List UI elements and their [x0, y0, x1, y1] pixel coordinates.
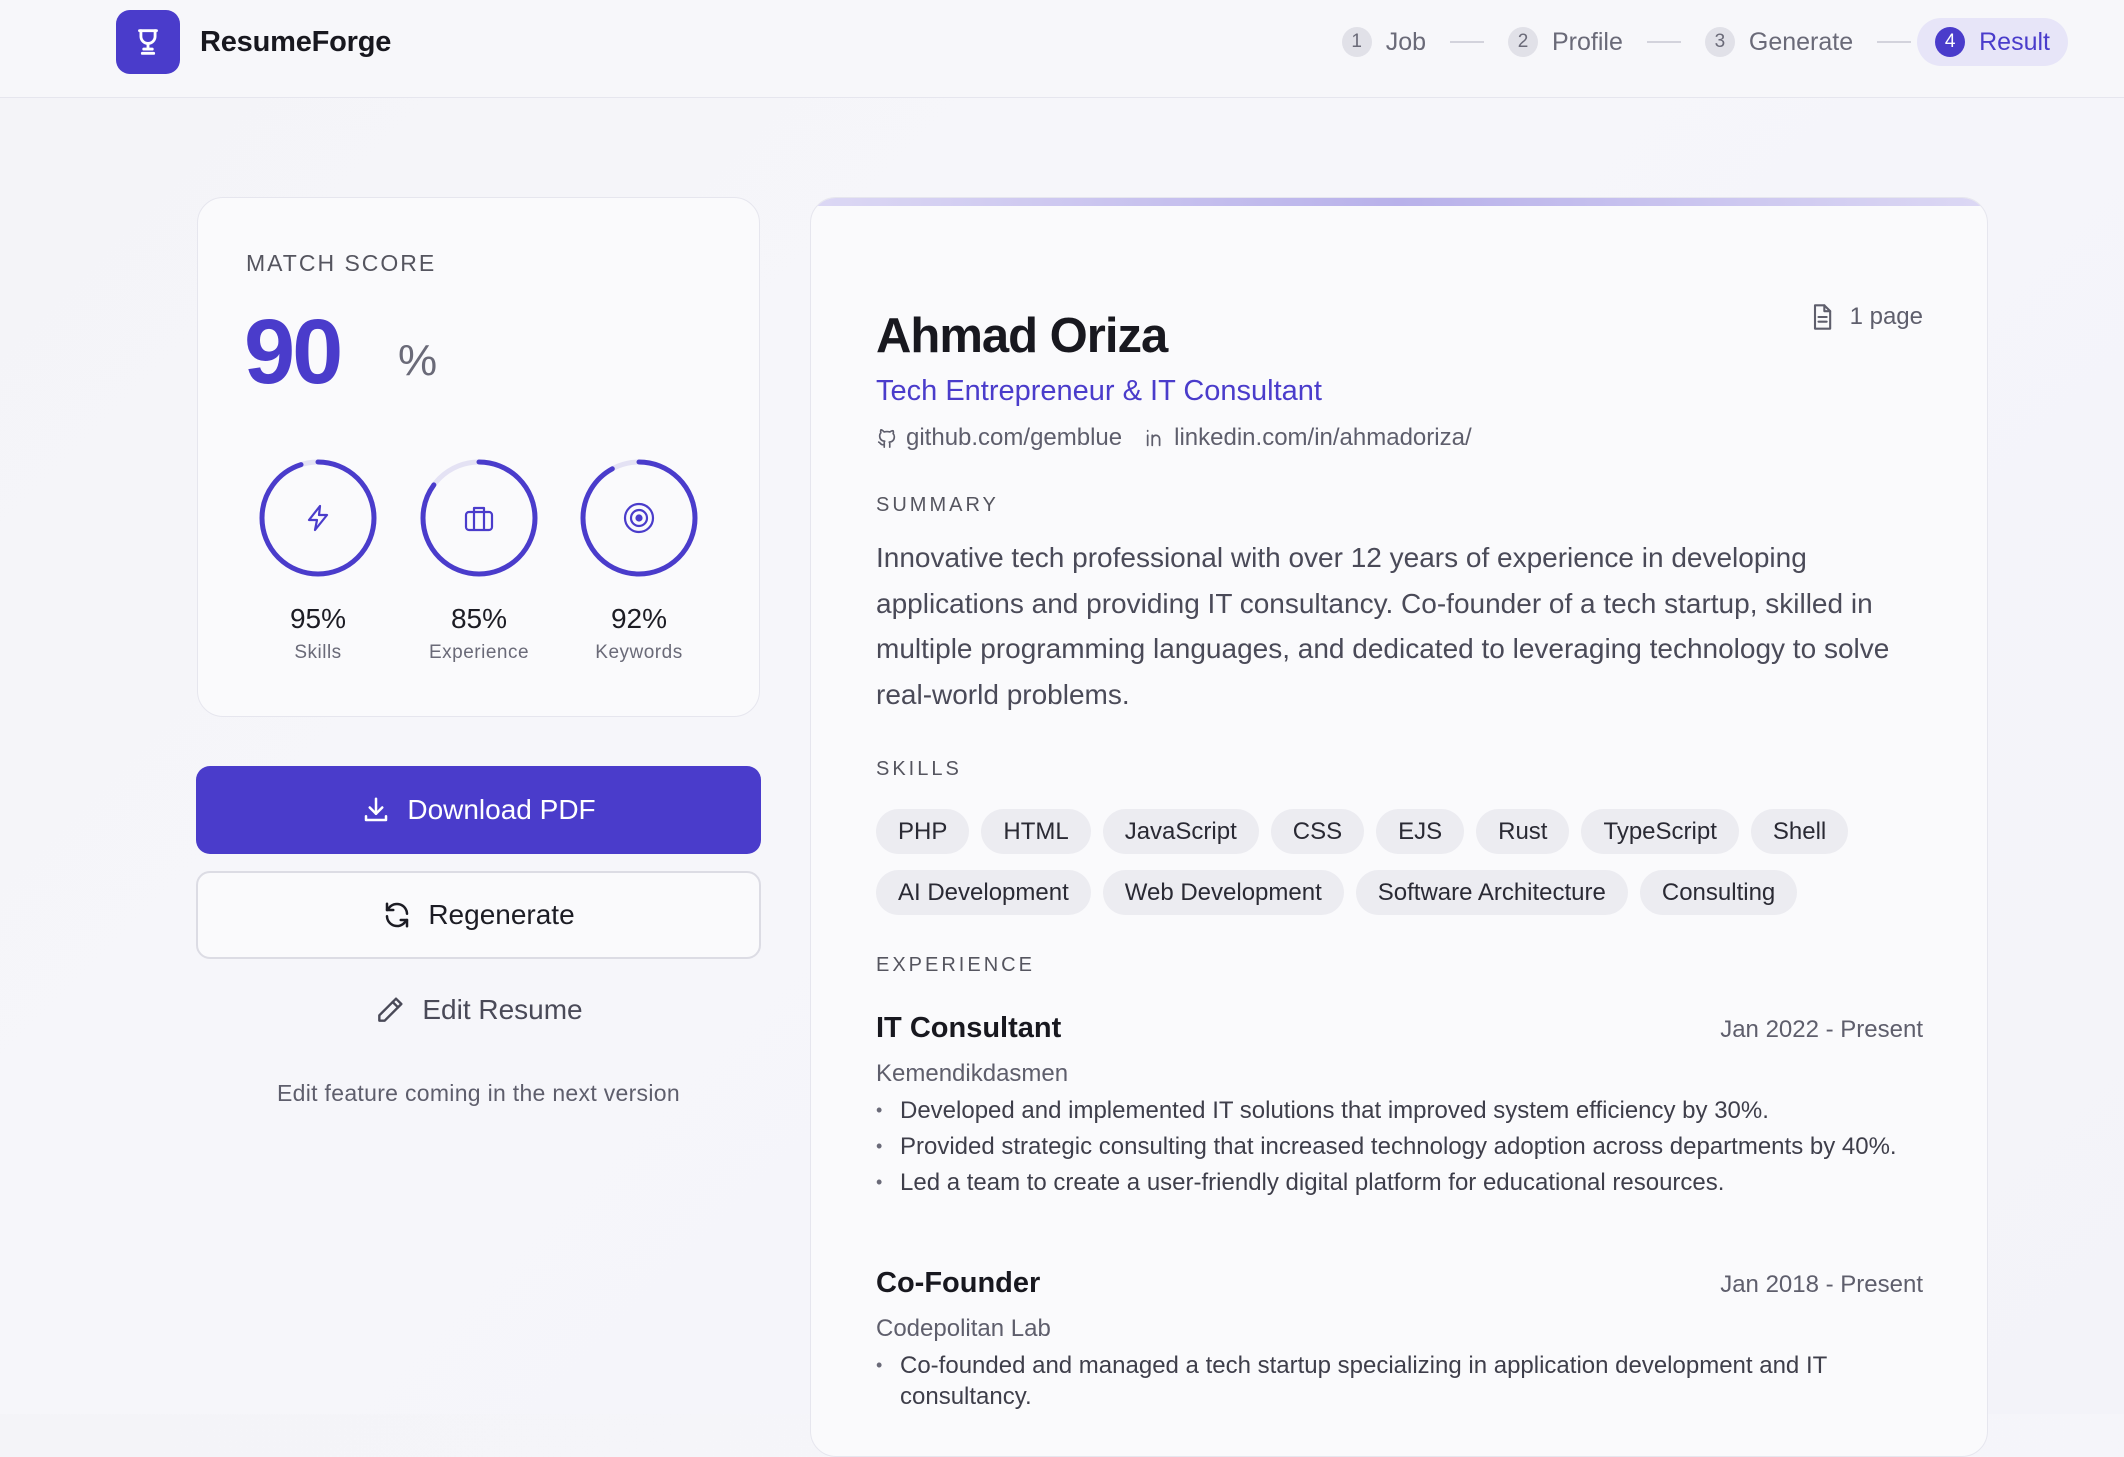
github-url: github.com/gemblue — [906, 424, 1123, 451]
edit-resume-button[interactable]: Edit Resume — [196, 982, 761, 1038]
job-bullet: Led a team to create a user-friendly dig… — [876, 1167, 1936, 1198]
skill-chip: Rust — [1476, 809, 1570, 854]
skills-progress-ring — [258, 458, 378, 578]
experience-heading: EXPERIENCE — [876, 954, 1035, 976]
job-title: IT Consultant — [876, 1012, 1062, 1044]
job-bullets: Co-founded and managed a tech startup sp… — [876, 1350, 1936, 1417]
keywords-label: Keywords — [595, 642, 683, 663]
keywords-progress-ring — [579, 458, 699, 578]
keywords-percent: 92% — [610, 603, 668, 634]
briefcase-icon — [464, 506, 494, 532]
step-number: 1 — [1341, 27, 1372, 57]
step-result[interactable]: 4 Result — [1917, 18, 2068, 66]
job-bullets: Developed and implemented IT solutions t… — [876, 1095, 1936, 1203]
step-label: Result — [1979, 27, 2050, 56]
step-label: Job — [1385, 27, 1426, 56]
page-count-label: 1 page — [1849, 303, 1923, 330]
skills-percent: 95% — [289, 603, 347, 634]
step-job[interactable]: 1 Job — [1324, 18, 1444, 66]
step-divider — [1646, 41, 1681, 43]
skill-chip: AI Development — [876, 870, 1091, 915]
match-score-title: MATCH SCORE — [246, 250, 437, 276]
skill-chip: Shell — [1750, 809, 1849, 854]
job-bullet: Co-founded and managed a tech startup sp… — [876, 1350, 1936, 1412]
skill-chip: EJS — [1376, 809, 1465, 854]
job-company: Kemendikdasmen — [876, 1060, 1069, 1087]
edit-feature-note: Edit feature coming in the next version — [277, 1080, 680, 1106]
summary-heading: SUMMARY — [876, 494, 999, 516]
skills-heading: SKILLS — [876, 758, 962, 780]
skills-list: PHP HTML JavaScript CSS EJS Rust TypeScr… — [876, 809, 1956, 915]
brand-name: ResumeForge — [200, 26, 392, 58]
trophy-logo-icon[interactable] — [116, 10, 180, 74]
regenerate-button[interactable]: Regenerate — [196, 871, 761, 959]
edit-resume-label: Edit Resume — [422, 994, 583, 1025]
linkedin-icon — [1146, 429, 1161, 447]
step-divider — [1450, 41, 1484, 43]
experience-label: Experience — [428, 642, 530, 663]
skill-chip: PHP — [876, 809, 970, 854]
match-score-card: MATCH SCORE 90 % 95% Skills 85% Experien… — [197, 197, 760, 717]
skill-chip: TypeScript — [1581, 809, 1739, 854]
skills-label: Skills — [294, 642, 342, 663]
summary-text: Innovative tech professional with over 1… — [876, 542, 1890, 710]
job-date: Jan 2018 - Present — [1720, 1271, 1923, 1298]
resume-name: Ahmad Oriza — [876, 309, 1168, 363]
download-pdf-button[interactable]: Download PDF — [196, 766, 761, 854]
linkedin-link[interactable]: linkedin.com/in/ahmadoriza/ — [1144, 424, 1472, 452]
github-link[interactable]: github.com/gemblue — [876, 424, 1122, 452]
skill-chip: Consulting — [1639, 870, 1798, 915]
regenerate-label: Regenerate — [428, 899, 575, 930]
resume-preview: Ahmad Oriza 1 page Tech Entrepreneur & I… — [810, 197, 1988, 1457]
skill-chip: Web Development — [1102, 870, 1344, 915]
skill-chip: JavaScript — [1102, 809, 1259, 854]
experience-percent: 85% — [450, 603, 508, 634]
step-label: Profile — [1552, 27, 1623, 56]
step-number: 4 — [1935, 27, 1966, 57]
refresh-icon — [382, 900, 412, 930]
pencil-icon — [374, 994, 406, 1026]
job-company: Codepolitan Lab — [876, 1315, 1051, 1342]
skill-chip: Software Architecture — [1355, 870, 1628, 915]
skill-chip: HTML — [981, 809, 1091, 854]
job-bullet: Developed and implemented IT solutions t… — [876, 1095, 1936, 1126]
download-pdf-label: Download PDF — [407, 794, 596, 825]
experience-progress-ring — [419, 458, 539, 578]
job-date: Jan 2022 - Present — [1720, 1016, 1923, 1043]
step-number: 3 — [1704, 27, 1735, 57]
target-icon — [623, 502, 655, 534]
lightning-icon — [307, 504, 329, 532]
linkedin-url: linkedin.com/in/ahmadoriza/ — [1174, 424, 1472, 451]
skill-chip: CSS — [1270, 809, 1365, 854]
stepper: 1 Job 2 Profile 3 Generate 4 Result — [1324, 18, 2068, 66]
document-icon — [1813, 304, 1831, 330]
contact-links: github.com/gemblue linkedin.com/in/ahmad… — [876, 424, 1494, 452]
page-count: 1 page — [1808, 302, 1923, 332]
github-icon — [877, 429, 896, 448]
match-score-unit: % — [398, 336, 438, 385]
step-label: Generate — [1748, 27, 1854, 56]
download-icon — [361, 795, 391, 825]
resume-accent-bar — [811, 198, 1987, 206]
resume-headline: Tech Entrepreneur & IT Consultant — [876, 375, 1322, 407]
step-generate[interactable]: 3 Generate — [1687, 18, 1871, 66]
step-number: 2 — [1508, 27, 1538, 57]
match-score-value: 90 — [244, 301, 343, 403]
step-profile[interactable]: 2 Profile — [1490, 18, 1641, 66]
top-bar: ResumeForge 1 Job 2 Profile 3 Generate 4… — [0, 0, 2124, 98]
step-divider — [1877, 41, 1912, 43]
job-bullet: Provided strategic consulting that incre… — [876, 1131, 1936, 1162]
job-title: Co-Founder — [876, 1267, 1041, 1299]
